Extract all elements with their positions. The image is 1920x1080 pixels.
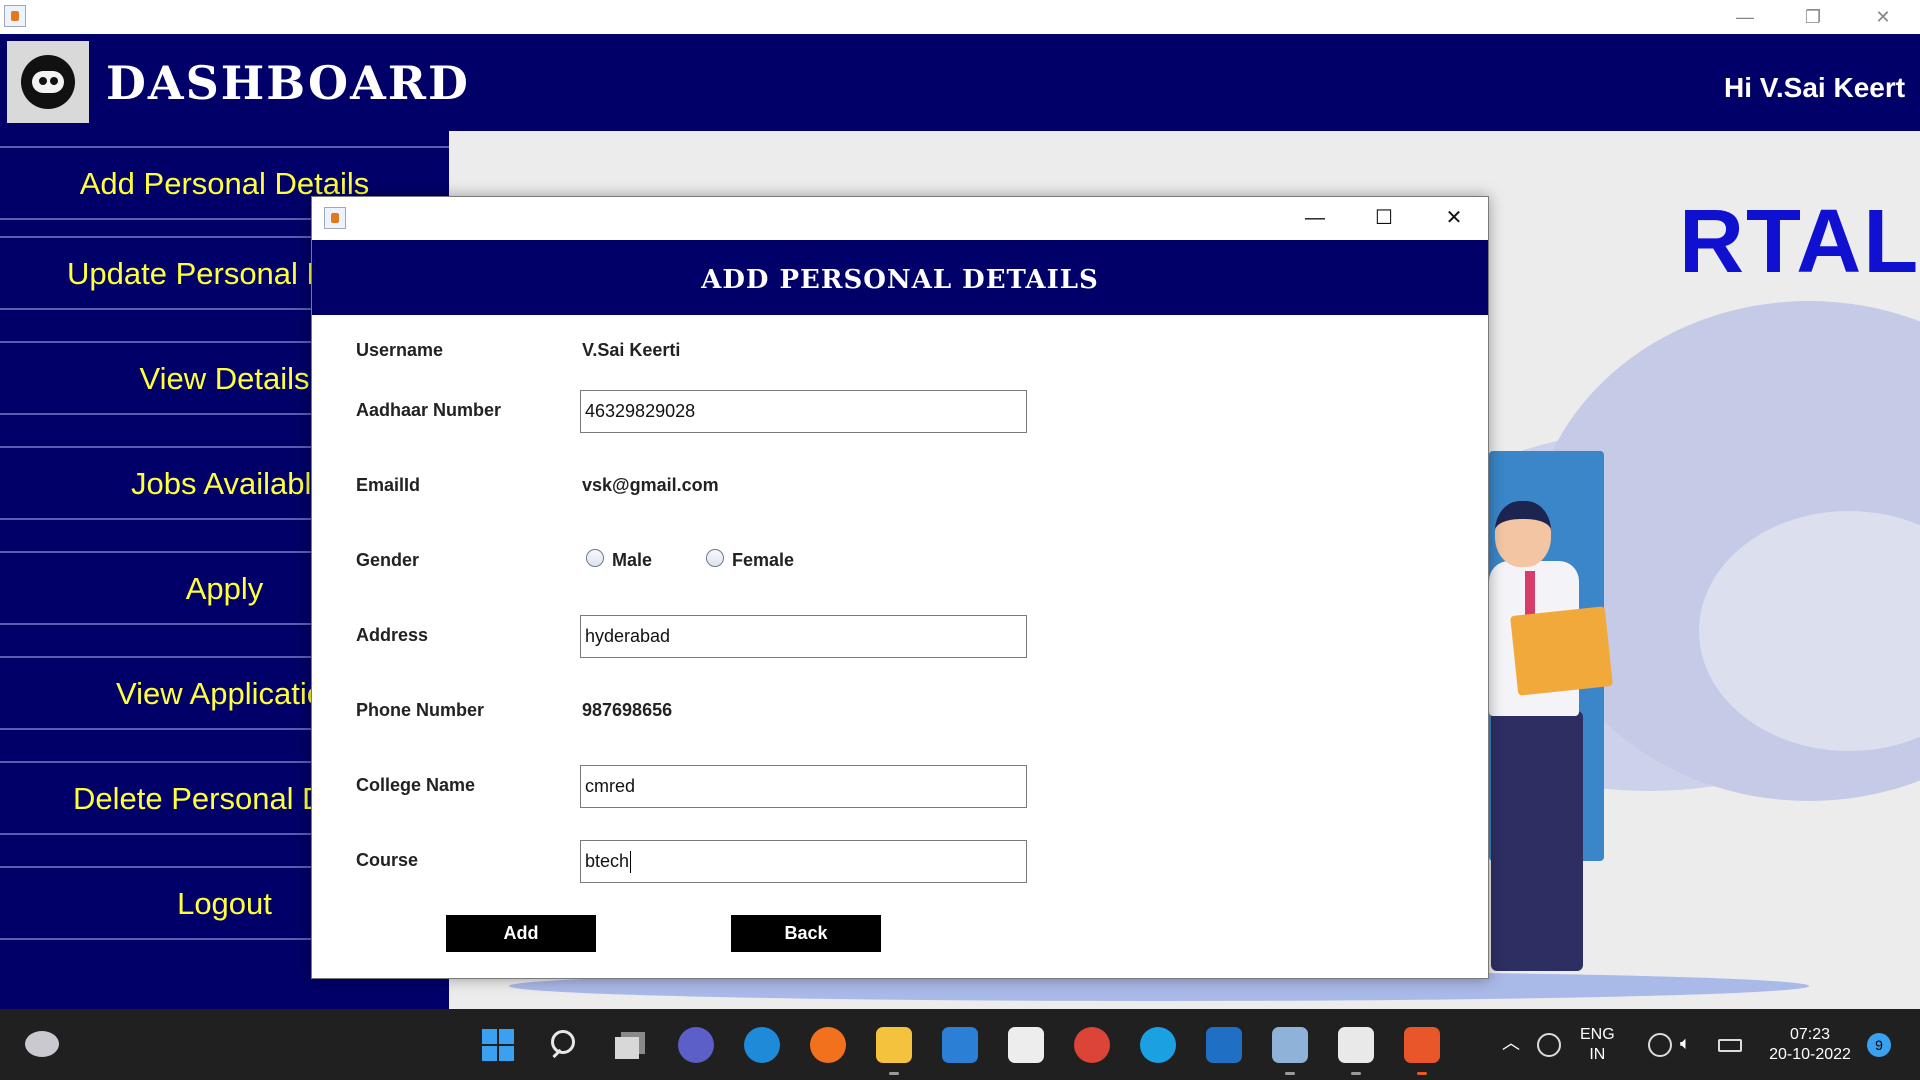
user-greeting: Hi V.Sai Keert xyxy=(1724,72,1906,103)
firefox-icon[interactable] xyxy=(810,1027,846,1063)
sync-icon[interactable] xyxy=(1537,1033,1561,1057)
edge-browser-icon[interactable] xyxy=(744,1027,780,1063)
tray-chevron-up-icon[interactable]: ︿ xyxy=(1502,1033,1520,1053)
language-indicator[interactable]: ENG IN xyxy=(1580,1025,1615,1065)
running-indicator xyxy=(889,1072,899,1075)
dialog-maximize-button[interactable]: ☐ xyxy=(1349,197,1419,240)
college-input[interactable]: cmred xyxy=(580,765,1027,808)
course-input[interactable]: btech xyxy=(580,840,1027,883)
email-label: EmailId xyxy=(356,475,421,495)
q-app-icon[interactable] xyxy=(1404,1027,1440,1063)
task-view-icon[interactable] xyxy=(612,1027,648,1063)
clock[interactable]: 07:23 20-10-2022 xyxy=(1764,1025,1856,1065)
dashboard-title: DASHBOARD xyxy=(106,56,470,110)
address-input[interactable]: hyderabad xyxy=(580,615,1027,658)
sidebar-item-label: Apply xyxy=(185,571,264,606)
chrome-icon[interactable] xyxy=(1074,1027,1110,1063)
running-indicator xyxy=(1417,1072,1427,1075)
running-indicator xyxy=(1285,1072,1295,1075)
text-caret xyxy=(630,851,632,874)
dialog-title-bar: — ☐ ✕ xyxy=(312,197,1488,240)
add-button[interactable]: Add xyxy=(446,915,596,952)
java-app-icon xyxy=(4,5,26,27)
college-label: College Name xyxy=(356,775,476,795)
taskbar: ︿ ENG IN 🔈︎ 07:23 20-10-2022 9 xyxy=(0,1009,1920,1080)
address-label: Address xyxy=(356,625,429,645)
java-icon[interactable] xyxy=(1338,1027,1374,1063)
outer-restore-button[interactable]: ❐ xyxy=(1778,0,1848,34)
phone-label: Phone Number xyxy=(356,700,485,720)
sidebar-item-label: Logout xyxy=(177,886,272,921)
outer-close-button[interactable]: ✕ xyxy=(1848,0,1918,34)
mail-icon[interactable] xyxy=(942,1027,978,1063)
dialog-minimize-button[interactable]: — xyxy=(1280,197,1350,240)
netbeans-icon[interactable] xyxy=(1272,1027,1308,1063)
add-personal-details-dialog: — ☐ ✕ ADD PERSONAL DETAILS Username V.Sa… xyxy=(311,196,1489,979)
person-illustration xyxy=(1491,711,1583,971)
dialog-heading: ADD PERSONAL DETAILS xyxy=(701,265,1099,295)
sidebar-item-label: Jobs Available xyxy=(131,466,329,501)
aadhaar-label: Aadhaar Number xyxy=(356,400,502,420)
teams-chat-icon[interactable] xyxy=(678,1027,714,1063)
windows-start-icon[interactable] xyxy=(480,1027,516,1063)
notification-badge[interactable]: 9 xyxy=(1867,1033,1891,1057)
gender-female-radio[interactable] xyxy=(706,549,724,567)
dialog-header: ADD PERSONAL DETAILS xyxy=(312,240,1488,315)
network-globe-icon[interactable] xyxy=(1648,1033,1672,1057)
gender-male-label[interactable]: Male xyxy=(612,550,652,571)
sidebar-item-label: View Details xyxy=(139,361,310,396)
running-indicator xyxy=(1351,1072,1361,1075)
clock-date: 20-10-2022 xyxy=(1769,1046,1851,1063)
battery-icon[interactable] xyxy=(1718,1039,1742,1052)
vscode-icon[interactable] xyxy=(1206,1027,1242,1063)
course-input-text: btech xyxy=(585,851,630,871)
gender-female-label[interactable]: Female xyxy=(732,550,794,571)
region-code: IN xyxy=(1589,1046,1606,1063)
username-value: V.Sai Keerti xyxy=(582,340,681,360)
email-value: vsk@gmail.com xyxy=(582,475,719,495)
aadhaar-input[interactable]: 46329829028 xyxy=(580,390,1027,433)
course-label: Course xyxy=(356,850,419,870)
folder-illustration xyxy=(1510,606,1613,696)
person-illustration xyxy=(1495,501,1551,567)
username-label: Username xyxy=(356,340,444,360)
gender-label: Gender xyxy=(356,550,420,570)
gender-male-radio[interactable] xyxy=(586,549,604,567)
java-app-icon xyxy=(324,207,346,229)
portal-title: RTAL xyxy=(1679,192,1920,292)
microsoft-store-icon[interactable] xyxy=(1008,1027,1044,1063)
file-explorer-icon[interactable] xyxy=(876,1027,912,1063)
volume-icon[interactable]: 🔈︎ xyxy=(1680,1033,1691,1053)
logo-icon xyxy=(7,41,89,123)
phone-value: 987698656 xyxy=(582,700,673,720)
back-button[interactable]: Back xyxy=(731,915,881,952)
skype-icon[interactable] xyxy=(1140,1027,1176,1063)
outer-title-bar: — ❐ ✕ xyxy=(0,0,1920,34)
weather-icon[interactable] xyxy=(25,1031,59,1057)
search-icon[interactable] xyxy=(546,1027,582,1063)
language-code: ENG xyxy=(1580,1026,1615,1043)
outer-minimize-button[interactable]: — xyxy=(1710,0,1780,34)
dashboard-header: DASHBOARD Hi V.Sai Keert xyxy=(0,34,1920,131)
dialog-close-button[interactable]: ✕ xyxy=(1419,197,1489,240)
clock-time: 07:23 xyxy=(1789,1026,1831,1043)
